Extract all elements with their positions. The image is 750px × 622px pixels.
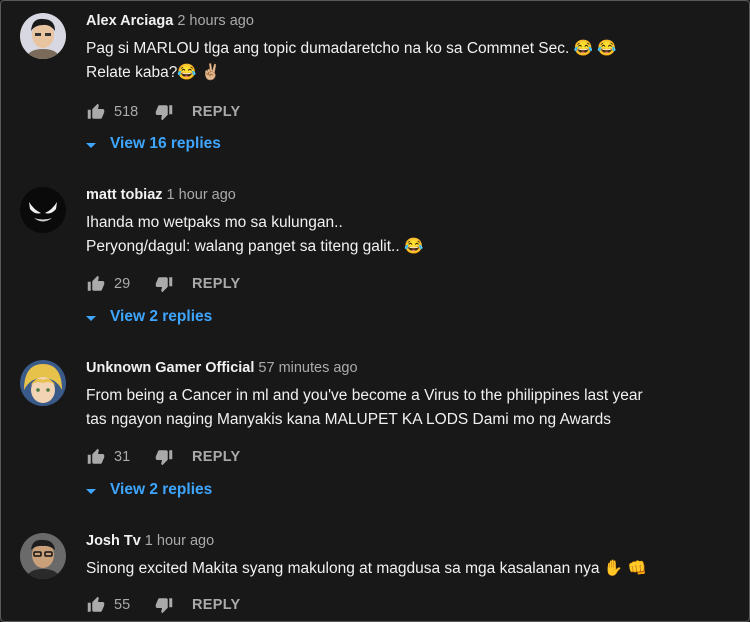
like-count: 55 bbox=[114, 597, 131, 613]
comment-line: Ihanda mo wetpaks mo sa kulungan.. bbox=[86, 214, 343, 231]
comment-line: tas ngayon naging Manyakis kana MALUPET … bbox=[86, 411, 611, 428]
comment-actions: 518 REPLY bbox=[86, 101, 241, 123]
like-count: 31 bbox=[114, 449, 131, 465]
comment-line: Peryong/dagul: walang panget sa titeng g… bbox=[86, 238, 424, 255]
view-replies-label: View 16 replies bbox=[110, 135, 221, 152]
comment-author[interactable]: Unknown Gamer Official bbox=[86, 360, 254, 376]
thumbs-up-icon[interactable] bbox=[86, 595, 106, 615]
comment-header: Josh Tv 1 hour ago bbox=[86, 533, 214, 549]
reply-button[interactable]: REPLY bbox=[192, 276, 241, 292]
comment-time[interactable]: 1 hour ago bbox=[167, 187, 236, 203]
person-avatar-icon[interactable] bbox=[20, 13, 66, 59]
comment-header: Alex Arciaga 2 hours ago bbox=[86, 13, 254, 29]
anime-avatar-icon[interactable] bbox=[20, 360, 66, 406]
comment-line: Sinong excited Makita syang makulong at … bbox=[86, 560, 647, 577]
chevron-down-icon bbox=[86, 315, 96, 321]
chevron-down-icon bbox=[86, 488, 96, 494]
thumbs-down-icon[interactable] bbox=[154, 447, 174, 467]
like-count: 518 bbox=[114, 104, 139, 120]
comment-text: Sinong excited Makita syang makulong at … bbox=[86, 557, 726, 581]
comment-actions: 31 REPLY bbox=[86, 446, 241, 468]
comment-header: matt tobiaz 1 hour ago bbox=[86, 187, 236, 203]
comment-author[interactable]: Josh Tv bbox=[86, 533, 141, 549]
view-replies-button[interactable]: View 2 replies bbox=[86, 306, 212, 328]
chevron-down-icon bbox=[86, 142, 96, 148]
comment-text: Pag si MARLOU tlga ang topic dumadaretch… bbox=[86, 37, 726, 85]
thumbs-up-icon[interactable] bbox=[86, 102, 106, 122]
view-replies-button[interactable]: View 2 replies bbox=[86, 479, 212, 501]
view-replies-button[interactable]: View 16 replies bbox=[86, 133, 221, 155]
comment-text: Ihanda mo wetpaks mo sa kulungan.. Peryo… bbox=[86, 211, 726, 259]
comment-line: From being a Cancer in ml and you've bec… bbox=[86, 387, 643, 404]
thumbs-up-icon[interactable] bbox=[86, 447, 106, 467]
view-replies-label: View 2 replies bbox=[110, 481, 213, 498]
thumbs-up-icon[interactable] bbox=[86, 274, 106, 294]
comment-actions: 55 REPLY bbox=[86, 594, 241, 616]
comment-line: Pag si MARLOU tlga ang topic dumadaretch… bbox=[86, 40, 617, 57]
view-replies-label: View 2 replies bbox=[110, 308, 213, 325]
comment-author[interactable]: matt tobiaz bbox=[86, 187, 163, 203]
comment-author[interactable]: Alex Arciaga bbox=[86, 13, 173, 29]
reply-button[interactable]: REPLY bbox=[192, 597, 241, 613]
comment-time[interactable]: 2 hours ago bbox=[177, 13, 254, 29]
reply-button[interactable]: REPLY bbox=[192, 449, 241, 465]
comment-text: From being a Cancer in ml and you've bec… bbox=[86, 384, 726, 432]
comment-time[interactable]: 1 hour ago bbox=[145, 533, 214, 549]
thumbs-down-icon[interactable] bbox=[154, 102, 174, 122]
comment-line: Relate kaba?😂 ✌🏼 bbox=[86, 64, 221, 81]
comment-actions: 29 REPLY bbox=[86, 273, 241, 295]
thumbs-down-icon[interactable] bbox=[154, 595, 174, 615]
person-glasses-avatar-icon[interactable] bbox=[20, 533, 66, 579]
comment-header: Unknown Gamer Official 57 minutes ago bbox=[86, 360, 358, 376]
comment-time[interactable]: 57 minutes ago bbox=[258, 360, 357, 376]
reply-button[interactable]: REPLY bbox=[192, 104, 241, 120]
venom-avatar-icon[interactable] bbox=[20, 187, 66, 233]
like-count: 29 bbox=[114, 276, 131, 292]
thumbs-down-icon[interactable] bbox=[154, 274, 174, 294]
